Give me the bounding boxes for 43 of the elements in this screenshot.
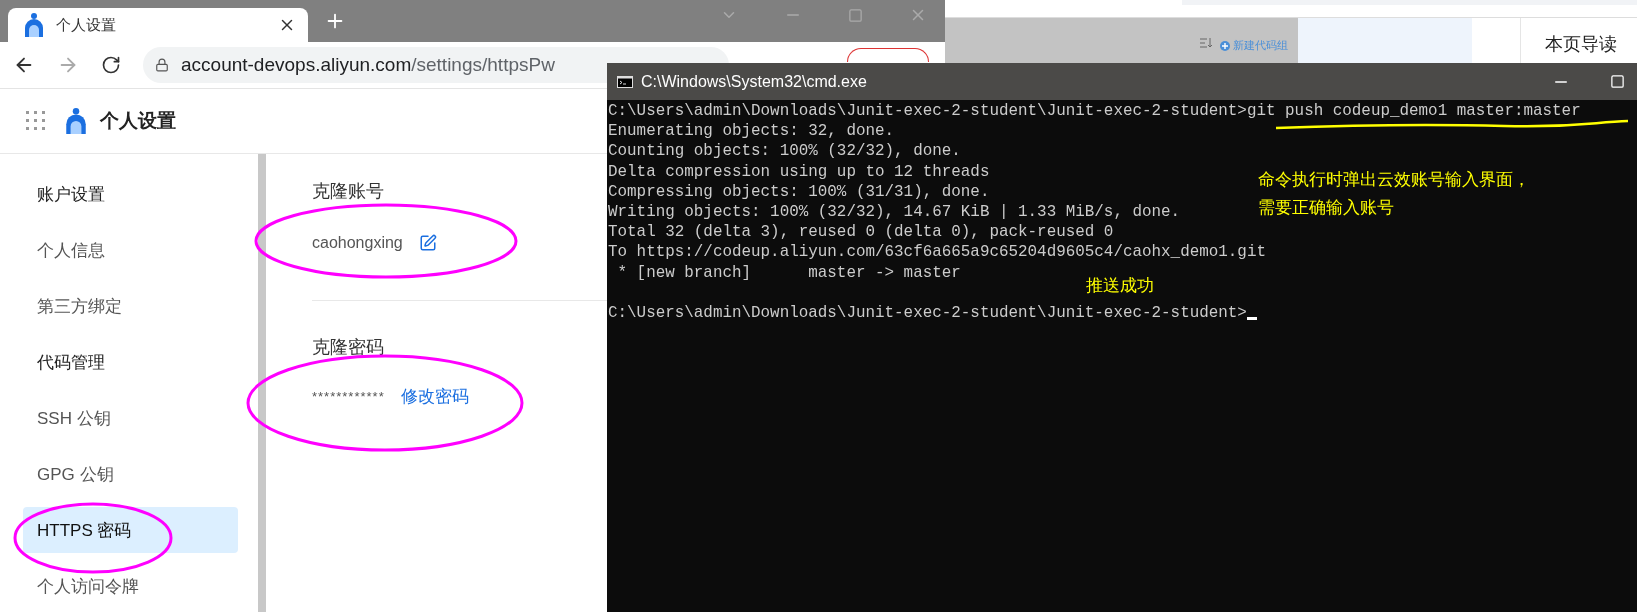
- section-title: 克隆密码: [312, 336, 384, 358]
- output-line: To https://codeup.aliyun.com/63cf6a665a9c65204d9605c4/caohx_demo1.git: [608, 242, 1266, 263]
- terminal-icon: [617, 75, 633, 88]
- section-title: 克隆账号: [312, 180, 384, 202]
- annotation-note: 命令执行时弹出云效账号输入界面，: [1258, 169, 1530, 191]
- page-title: 个人设置: [100, 109, 176, 133]
- sidebar-item[interactable]: 账户设置: [23, 171, 238, 217]
- page-guide-heading: 本页导读: [1545, 33, 1617, 56]
- update-button[interactable]: [847, 48, 929, 62]
- output-line: Enumerating objects: 32, done.: [608, 121, 895, 142]
- prompt-text: C:\Users\admin\Downloads\Junit-exec-2-student\Junit-exec-2-student>: [608, 303, 1247, 324]
- sort-icon[interactable]: [1200, 38, 1212, 48]
- output-line: Counting objects: 100% (32/32), done.: [608, 141, 961, 162]
- logo-icon: [64, 108, 88, 134]
- sidebar-item[interactable]: HTTPS 密码: [23, 507, 238, 553]
- output-line: Delta compression using up to 12 threads: [608, 161, 990, 182]
- annotation-note: 推送成功: [1086, 275, 1154, 297]
- sidebar-item[interactable]: 第三方绑定: [23, 283, 238, 329]
- output-line: Writing objects: 100% (32/32), 14.67 KiB | 1.33 MiB/s, done.: [608, 202, 1181, 223]
- lock-icon: [155, 58, 169, 72]
- text-cursor: [1246, 317, 1257, 321]
- edit-icon[interactable]: [418, 234, 437, 252]
- sidebar-item[interactable]: 代码管理: [23, 339, 238, 385]
- maximize-icon[interactable]: [1610, 72, 1625, 91]
- command-text: git push codeup_demo1 master:master: [1246, 101, 1581, 122]
- output-line: Compressing objects: 100% (31/31), done.: [608, 181, 990, 202]
- logo-icon: [24, 13, 44, 37]
- sidebar-item[interactable]: 个人访问令牌: [23, 563, 238, 609]
- sidebar-item[interactable]: SSH 公钥: [23, 395, 238, 441]
- apps-grid-icon[interactable]: [26, 111, 46, 131]
- scrollbar[interactable]: [258, 154, 266, 612]
- account-name: caohongxing: [312, 234, 403, 252]
- reload-icon[interactable]: [101, 55, 121, 75]
- change-password-link[interactable]: 修改密码: [400, 384, 469, 408]
- masked-password: ************: [312, 388, 385, 404]
- annotation-note: 需要正确输入账号: [1258, 197, 1394, 219]
- sidebar-item[interactable]: 个人信息: [23, 227, 238, 273]
- browser-tab[interactable]: 个人设置: [8, 8, 308, 42]
- output-line: * [new branch] master -> master: [616, 262, 961, 283]
- prompt-text: C:\Users\admin\Downloads\Junit-exec-2-student\Junit-exec-2-student>: [608, 101, 1247, 122]
- output-line: Total 32 (delta 3), reused 0 (delta 0), pack-reused 0: [608, 222, 1114, 243]
- sidebar-item[interactable]: GPG 公钥: [23, 451, 238, 497]
- plus-circle-icon: [1220, 40, 1230, 51]
